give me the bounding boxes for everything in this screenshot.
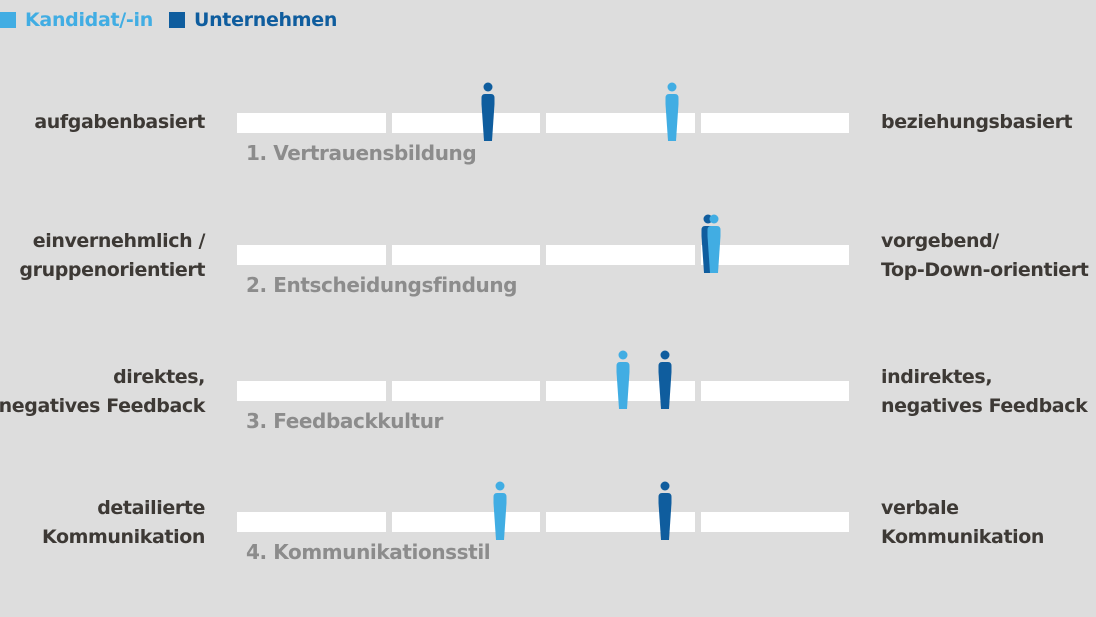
label-line: negatives Feedback [0, 395, 205, 417]
unternehmen-person-icon [479, 82, 497, 142]
dimension-right-label: verbale Kommunikation [881, 494, 1044, 552]
scale-segment [391, 245, 540, 265]
scale-segment [237, 381, 386, 401]
label-line: Kommunikation [881, 526, 1045, 548]
legend-label-kandidat: Kandidat/-in [25, 9, 153, 31]
label-line: indirektes, [881, 366, 993, 388]
dimension-title: 2. Entscheidungsfindung [246, 273, 518, 297]
dimension-title: 3. Feedbackkultur [246, 409, 443, 433]
scale-segment [391, 512, 540, 532]
dimension-right-label: indirektes, negatives Feedback [881, 363, 1088, 421]
dimension-left-label: detailierte Kommunikation [42, 494, 205, 552]
label-line: Kommunikation [41, 526, 205, 548]
legend: Kandidat/-in Unternehmen [0, 9, 353, 31]
dimension-left-label: aufgabenbasiert [34, 108, 205, 137]
dimension-left-label: direktes, negatives Feedback [0, 363, 205, 421]
legend-swatch-unternehmen [168, 12, 185, 28]
dimension-left-label: einvernehmlich / gruppenorientiert [19, 227, 205, 285]
legend-item-unternehmen[interactable]: Unternehmen [168, 9, 338, 31]
legend-item-kandidat[interactable]: Kandidat/-in [0, 9, 153, 31]
unternehmen-person-icon [656, 481, 674, 541]
dimension-right-label: beziehungsbasiert [881, 108, 1073, 137]
scale-segment [546, 245, 695, 265]
label-line: gruppenorientiert [19, 259, 205, 281]
scale-segment [237, 113, 386, 133]
label-line: Top-Down-orientiert [881, 259, 1089, 281]
dimension-right-label: vorgebend/Top-Down-orientiert [881, 227, 1089, 285]
scale-segment [700, 113, 849, 133]
kandidat-person-icon [614, 350, 632, 410]
label-line: direktes, [113, 366, 205, 388]
label-line: vorgebend/ [881, 230, 999, 252]
label-line: beziehungsbasiert [881, 111, 1073, 133]
scale-segment [700, 381, 849, 401]
scale-segment [700, 512, 849, 532]
dimension-title: 4. Kommunikationsstil [246, 540, 491, 564]
legend-swatch-kandidat [0, 12, 16, 28]
dimension-title: 1. Vertrauensbildung [246, 141, 477, 165]
scale-segment [391, 381, 540, 401]
kandidat-person-icon [491, 481, 509, 541]
scale-segment [391, 113, 540, 133]
label-line: negatives Feedback [881, 395, 1088, 417]
label-line: detailierte [97, 497, 205, 519]
label-line: verbale [881, 497, 959, 519]
legend-label-unternehmen: Unternehmen [193, 9, 338, 31]
kandidat-person-icon [663, 82, 681, 142]
label-line: einvernehmlich / [32, 230, 206, 252]
kandidat-person-icon [705, 214, 723, 274]
unternehmen-person-icon [656, 350, 674, 410]
label-line: aufgabenbasiert [34, 111, 205, 133]
scale-segment [237, 245, 386, 265]
scale-segment [237, 512, 386, 532]
